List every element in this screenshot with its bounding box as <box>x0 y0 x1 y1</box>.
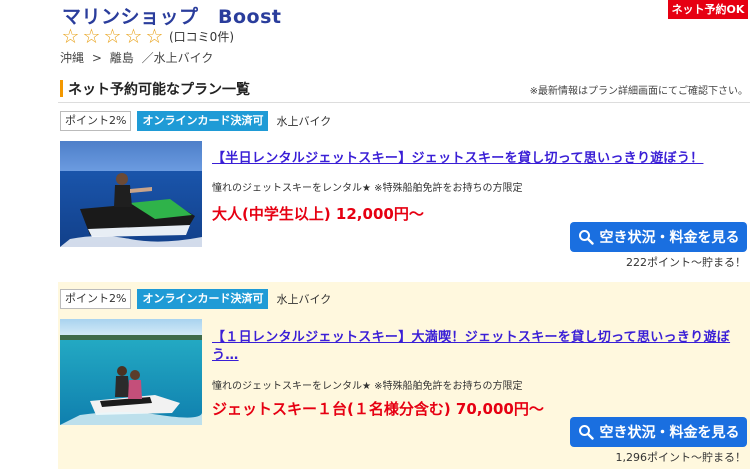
section-note: ※最新情報はプラン詳細画面にてご確認下さい。 <box>529 86 748 97</box>
section-accent-bar <box>60 80 63 97</box>
section-title: ネット予約可能なプラン一覧 <box>68 82 250 98</box>
plan-price: ジェットスキー１台(１名様分含む) 70,000円〜 <box>212 400 544 418</box>
plan-title-link[interactable]: 【１日レンタルジェットスキー】大満喫！ジェットスキーを貸し切って思いっきり遊ぼう… <box>212 329 732 365</box>
search-icon <box>578 230 594 245</box>
check-availability-button[interactable]: 空き状況・料金を見る <box>570 222 747 252</box>
plan-description: 憧れのジェットスキーをレンタル★ ※特殊船舶免許をお持ちの方限定 <box>212 183 523 194</box>
point-tag: ポイント2% <box>60 289 132 309</box>
plan-photo[interactable] <box>60 141 202 247</box>
section-divider <box>58 102 750 103</box>
plan-card: ポイント2% オンラインカード決済可 水上バイク <box>58 108 750 275</box>
plan-list-header: ネット予約可能なプラン一覧 ※最新情報はプラン詳細画面にてご確認下さい。 <box>60 79 750 99</box>
review-count-link[interactable]: (口コミ0件) <box>169 28 234 45</box>
points-note: 222ポイント〜貯まる！ <box>626 256 746 269</box>
breadcrumb-separator: > <box>91 51 102 65</box>
button-label: 空き状況・料金を見る <box>599 425 740 441</box>
plan-tags: ポイント2% オンラインカード決済可 水上バイク <box>60 288 331 310</box>
category-label: 水上バイク <box>276 115 332 128</box>
breadcrumb-item-jetski[interactable]: ／水上バイク <box>142 51 214 65</box>
check-availability-button[interactable]: 空き状況・料金を見る <box>570 417 747 447</box>
button-label: 空き状況・料金を見る <box>599 230 740 246</box>
plan-price: 大人(中学生以上) 12,000円〜 <box>212 205 424 223</box>
star-icon: ☆ <box>103 24 122 48</box>
breadcrumb: 沖縄 > 離島 ／水上バイク <box>60 49 217 66</box>
star-icon: ☆ <box>124 24 143 48</box>
plan-description: 憧れのジェットスキーをレンタル★ ※特殊船舶免許をお持ちの方限定 <box>212 381 523 392</box>
rating-row: ☆ ☆ ☆ ☆ ☆ (口コミ0件) <box>60 25 234 47</box>
plan-title-link[interactable]: 【半日レンタルジェットスキー】ジェットスキーを貸し切って思いっきり遊ぼう！ <box>212 150 732 168</box>
star-icon: ☆ <box>82 24 101 48</box>
points-note: 1,296ポイント〜貯まる！ <box>615 451 747 464</box>
plan-tags: ポイント2% オンラインカード決済可 水上バイク <box>60 110 331 132</box>
search-icon <box>578 425 594 440</box>
breadcrumb-item-islands[interactable]: 離島 <box>110 51 134 65</box>
plan-card: ポイント2% オンラインカード決済可 水上バイク <box>58 282 750 469</box>
star-icon: ☆ <box>61 24 80 48</box>
point-tag: ポイント2% <box>60 111 132 131</box>
breadcrumb-item-okinawa[interactable]: 沖縄 <box>60 51 84 65</box>
category-label: 水上バイク <box>276 293 332 306</box>
star-icon: ☆ <box>145 24 164 48</box>
card-payment-tag: オンラインカード決済可 <box>137 289 269 309</box>
net-booking-badge: ネット予約OK <box>668 0 748 19</box>
star-rating: ☆ ☆ ☆ ☆ ☆ <box>60 26 165 46</box>
card-payment-tag: オンラインカード決済可 <box>137 111 269 131</box>
plan-photo[interactable] <box>60 319 202 425</box>
